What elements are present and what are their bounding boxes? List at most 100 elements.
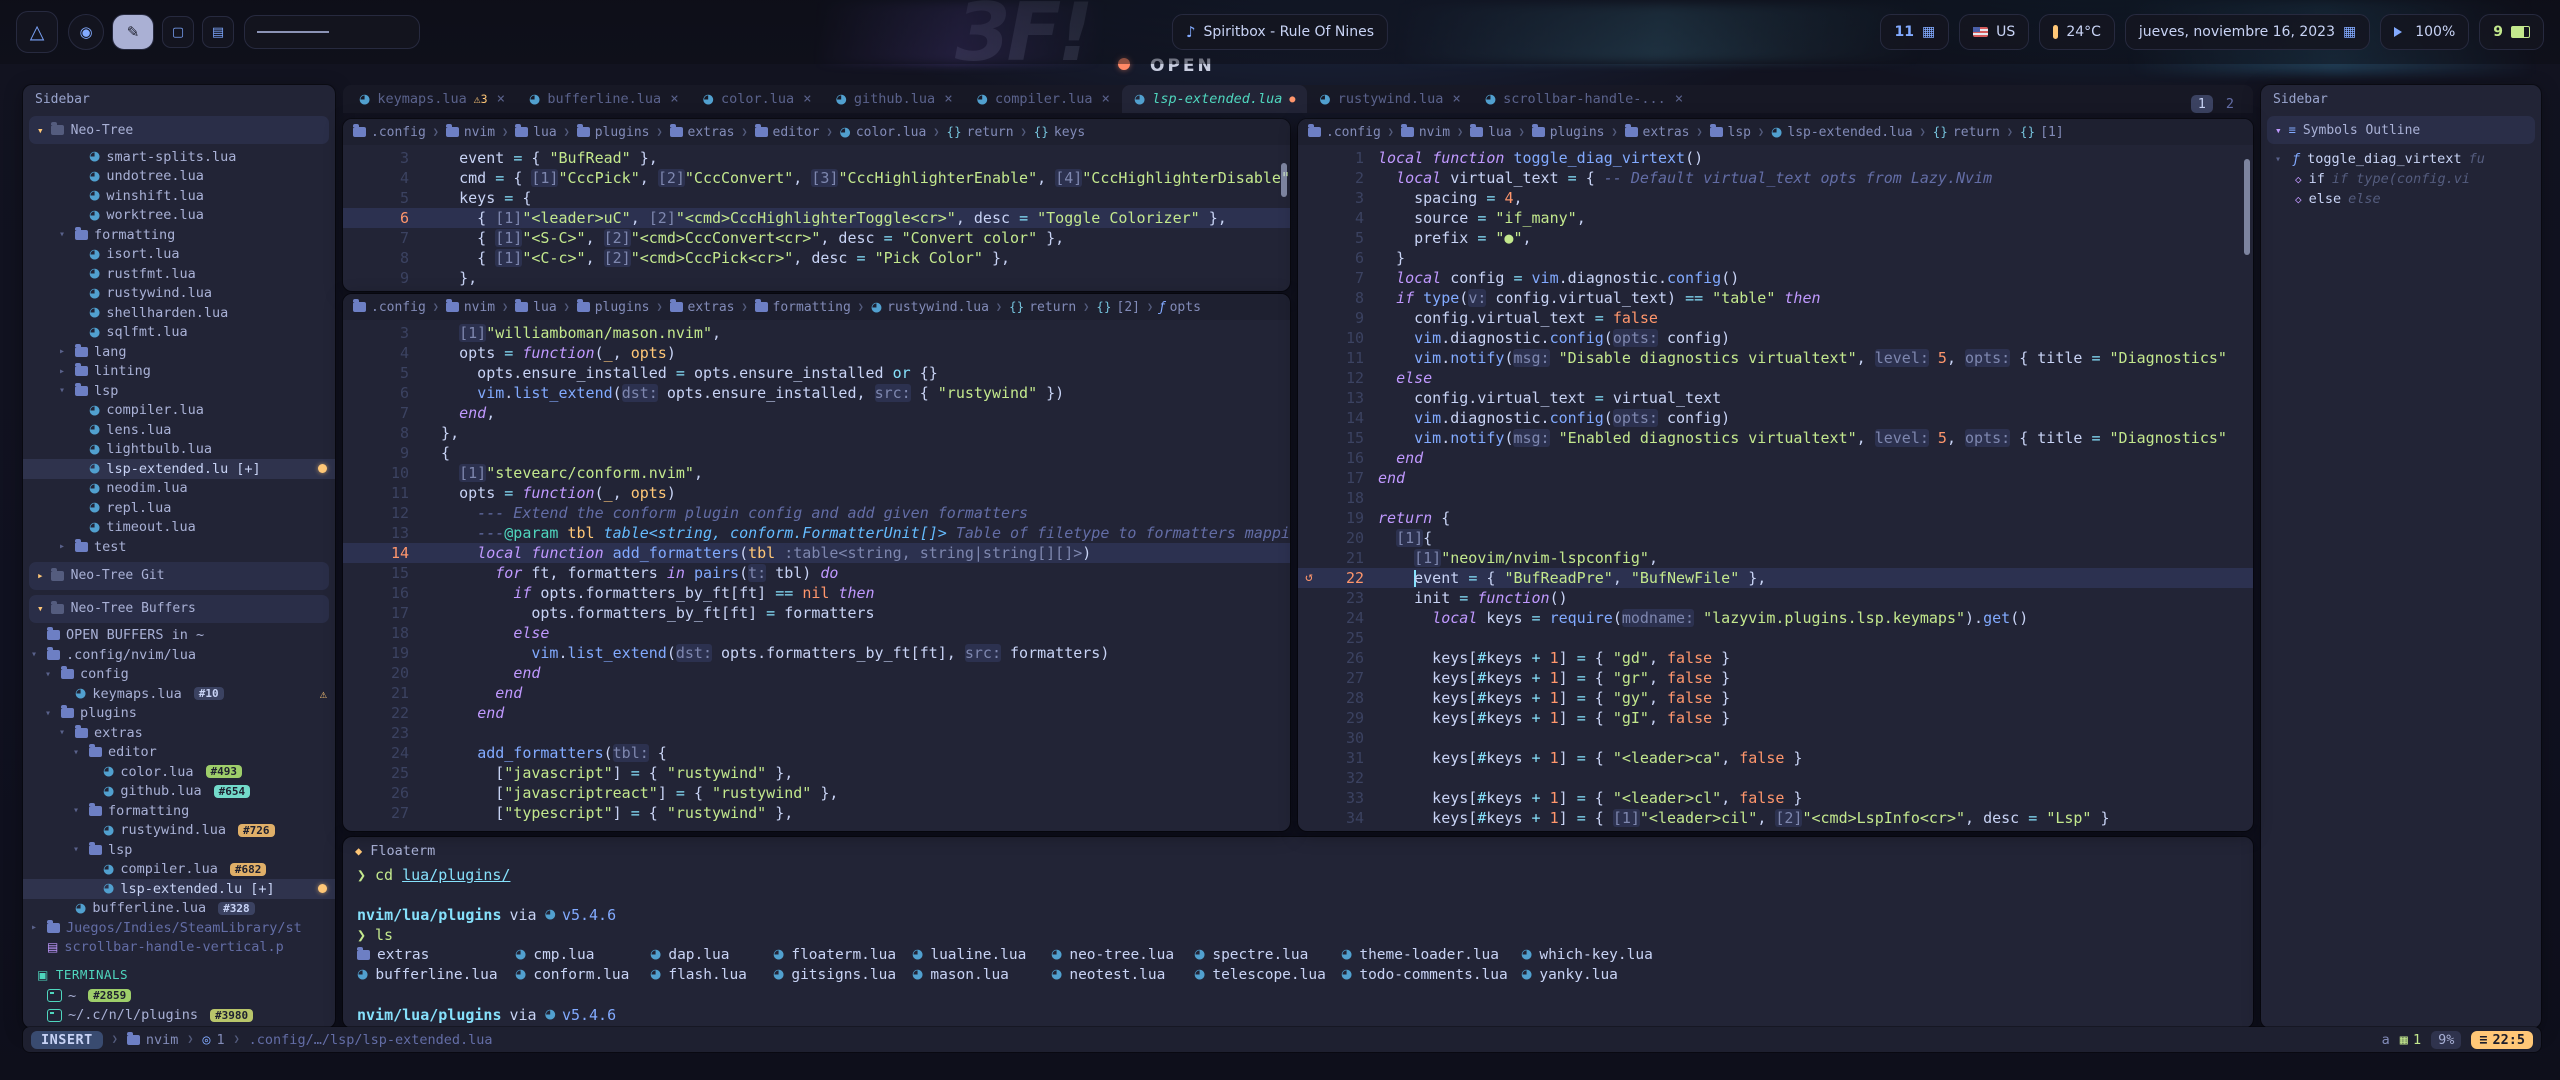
code-line-30[interactable]: 30 [1298, 728, 2253, 748]
volume-widget[interactable]: 100% [2380, 14, 2469, 50]
tab-lsp-extended-lua[interactable]: ◕lsp-extended.lua● [1122, 85, 1307, 113]
tabpage-1[interactable]: 1 [2191, 95, 2213, 113]
tabpage-2[interactable]: 2 [2219, 95, 2241, 113]
breadcrumb-plugins[interactable]: plugins [577, 300, 650, 315]
code-line-12[interactable]: 12 --- Extend the conform plugin config … [343, 503, 1290, 523]
code-line-27[interactable]: 27 ["typescript"] = { "rustywind" }, [343, 803, 1290, 823]
breadcrumb-extras[interactable]: extras [670, 125, 735, 140]
tree-item-test[interactable]: ▸test [23, 537, 335, 557]
file-entry-neotest-lua[interactable]: ◕neotest.lua [1051, 965, 1194, 985]
tree-item-config[interactable]: ▾config [23, 665, 335, 685]
tree-item-scrollbar-handle-vertical-p[interactable]: ▤scrollbar-handle-vertical.p [23, 938, 335, 958]
code-line-7[interactable]: 7 end, [343, 403, 1290, 423]
code-line-6[interactable]: 6 { [1]"<leader>uC", [2]"<cmd>CccHighlig… [343, 208, 1290, 228]
breadcrumb-opts[interactable]: ƒopts [1160, 300, 1201, 315]
code-line-9[interactable]: 9 { [343, 443, 1290, 463]
code-line-3[interactable]: 3 event = { "BufRead" }, [343, 148, 1290, 168]
scrollbar-thumb[interactable] [2244, 159, 2250, 255]
tree-item-neodim-lua[interactable]: ◕neodim.lua [23, 479, 335, 499]
breadcrumb-config[interactable]: .config [353, 125, 426, 140]
breadcrumb-color-lua[interactable]: ◕color.lua [840, 125, 927, 140]
code-line-32[interactable]: 32 [1298, 768, 2253, 788]
code-area[interactable]: 3 event = { "BufRead" },4 cmd = { [1]"Cc… [343, 145, 1290, 291]
code-line-21[interactable]: 21 [1]"neovim/nvim-lspconfig", [1298, 548, 2253, 568]
code-line-27[interactable]: 27 keys[#keys + 1] = { "gr", false } [1298, 668, 2253, 688]
code-line-22[interactable]: ↺22 event = { "BufReadPre", "BufNewFile"… [1298, 568, 2253, 588]
window-count-widget[interactable]: 11 ▦ [1880, 14, 1949, 50]
tree-item-timeout-lua[interactable]: ◕timeout.lua [23, 518, 335, 538]
tree-item-lightbulb-lua[interactable]: ◕lightbulb.lua [23, 440, 335, 460]
tree-item-editor[interactable]: ▾editor [23, 743, 335, 763]
tree-item-lang[interactable]: ▸lang [23, 342, 335, 362]
tab-rustywind-lua[interactable]: ◕rustywind.lua× [1307, 85, 1472, 113]
code-line-11[interactable]: 11 vim.notify(msg: "Disable diagnostics … [1298, 348, 2253, 368]
code-line-18[interactable]: 18 [1298, 488, 2253, 508]
tree-item-keymaps-lua[interactable]: ◕keymaps.lua#10⚠ [23, 684, 335, 704]
tree-item-bufferline-lua[interactable]: ◕bufferline.lua#328 [23, 899, 335, 919]
editor-rustywind-lua[interactable]: .config❯nvim❯lua❯plugins❯extras❯formatti… [343, 294, 1290, 831]
code-line-14[interactable]: 14 local function add_formatters(tbl :ta… [343, 543, 1290, 563]
breadcrumb-lua[interactable]: lua [1470, 125, 1511, 140]
close-icon[interactable]: × [803, 91, 811, 107]
breadcrumb-lua[interactable]: lua [515, 300, 556, 315]
close-icon[interactable]: × [1452, 91, 1460, 107]
file-entry-yanky-lua[interactable]: ◕yanky.lua [1521, 965, 2239, 985]
file-entry-lualine-lua[interactable]: ◕lualine.lua [912, 945, 1051, 965]
section-header-neo-tree-git[interactable]: ▸Neo-Tree Git [29, 562, 329, 590]
file-entry-neo-tree-lua[interactable]: ◕neo-tree.lua [1051, 945, 1194, 965]
code-line-5[interactable]: 5 keys = { [343, 188, 1290, 208]
tree-item-repl-lua[interactable]: ◕repl.lua [23, 498, 335, 518]
tree-item-compiler-lua[interactable]: ◕compiler.lua [23, 401, 335, 421]
code-line-8[interactable]: 8 if type(v: config.virtual_text) == "ta… [1298, 288, 2253, 308]
code-area[interactable]: 3 [1]"williamboman/mason.nvim",4 opts = … [343, 320, 1290, 831]
breadcrumb-nvim[interactable]: nvim [446, 300, 495, 315]
code-line-14[interactable]: 14 vim.diagnostic.config(opts: config) [1298, 408, 2253, 428]
code-line-13[interactable]: 13 config.virtual_text = virtual_text [1298, 388, 2253, 408]
code-line-20[interactable]: 20 end [343, 663, 1290, 683]
code-line-18[interactable]: 18 else [343, 623, 1290, 643]
code-line-15[interactable]: 15 for ft, formatters in pairs(t: tbl) d… [343, 563, 1290, 583]
file-entry-floaterm-lua[interactable]: ◕floaterm.lua [773, 945, 912, 965]
tree-item-smart-splits-lua[interactable]: ◕smart-splits.lua [23, 147, 335, 167]
code-line-5[interactable]: 5 opts.ensure_installed = opts.ensure_in… [343, 363, 1290, 383]
breadcrumb-nvim[interactable]: nvim [446, 125, 495, 140]
editor-lsp-extended-lua[interactable]: .config❯nvim❯lua❯plugins❯extras❯lsp❯◕lsp… [1298, 119, 2253, 831]
tree-item-lsp-extended-lu[interactable]: ◕lsp-extended.lu[+] [23, 879, 335, 899]
keyboard-layout-widget[interactable]: US [1959, 14, 2029, 50]
code-line-13[interactable]: 13 ---@param tbl table<string, conform.F… [343, 523, 1290, 543]
tree-item-config-nvim-lua[interactable]: ▾.config/nvim/lua [23, 645, 335, 665]
code-line-11[interactable]: 11 opts = function(_, opts) [343, 483, 1290, 503]
breadcrumb-return[interactable]: {}return [1009, 300, 1076, 315]
code-line-33[interactable]: 33 keys[#keys + 1] = { "<leader>cl", fal… [1298, 788, 2253, 808]
symbols-outline-header[interactable]: ▾ ≡ Symbols Outline [2267, 116, 2535, 144]
tree-item-lsp-extended-lu[interactable]: ◕lsp-extended.lu[+] [23, 459, 335, 479]
breadcrumb-extras[interactable]: extras [670, 300, 735, 315]
code-line-25[interactable]: 25 ["javascript"] = { "rustywind" }, [343, 763, 1290, 783]
workspace-button-2[interactable]: ✎ [112, 14, 154, 50]
file-entry-which-key-lua[interactable]: ◕which-key.lua [1521, 945, 2239, 965]
workspace-button-3[interactable]: ▢ [162, 16, 194, 48]
tree-item-item[interactable]: ~#2859 [23, 986, 335, 1006]
tree-item-lsp[interactable]: ▾lsp [23, 381, 335, 401]
code-line-7[interactable]: 7 local config = vim.diagnostic.config() [1298, 268, 2253, 288]
file-entry-telescope-lua[interactable]: ◕telescope.lua [1194, 965, 1341, 985]
tree-item-rustywind-lua[interactable]: ◕rustywind.lua [23, 284, 335, 304]
breadcrumb-lsp[interactable]: lsp [1710, 125, 1751, 140]
code-line-3[interactable]: 3 spacing = 4, [1298, 188, 2253, 208]
code-line-25[interactable]: 25 [1298, 628, 2253, 648]
file-entry-theme-loader-lua[interactable]: ◕theme-loader.lua [1341, 945, 1521, 965]
tab-scrollbar-handle[interactable]: ◕scrollbar-handle-...× [1473, 85, 1695, 113]
tree-item-winshift-lua[interactable]: ◕winshift.lua [23, 186, 335, 206]
file-entry-conform-lua[interactable]: ◕conform.lua [515, 965, 650, 985]
file-entry-cmp-lua[interactable]: ◕cmp.lua [515, 945, 650, 965]
code-line-28[interactable]: 28 keys[#keys + 1] = { "gy", false } [1298, 688, 2253, 708]
tree-item-lsp[interactable]: ▾lsp [23, 840, 335, 860]
breadcrumb-1[interactable]: {}[1] [2020, 125, 2064, 140]
tree-item-undotree-lua[interactable]: ◕undotree.lua [23, 167, 335, 187]
close-icon[interactable]: × [497, 91, 505, 107]
tree-item-sqlfmt-lua[interactable]: ◕sqlfmt.lua [23, 323, 335, 343]
code-line-17[interactable]: 17 opts.formatters_by_ft[ft] = formatter… [343, 603, 1290, 623]
code-line-6[interactable]: 6 } [1298, 248, 2253, 268]
tree-item-linting[interactable]: ▸linting [23, 362, 335, 382]
launcher-button[interactable]: △ [16, 11, 58, 53]
